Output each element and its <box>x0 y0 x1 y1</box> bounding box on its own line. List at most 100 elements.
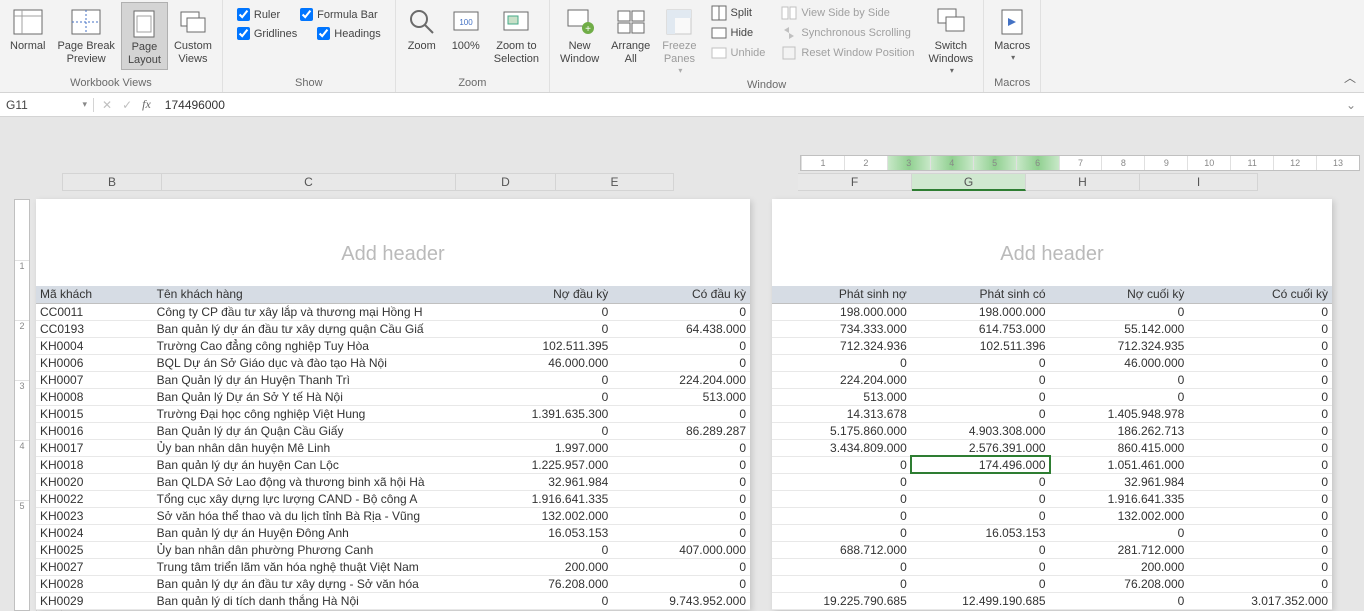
cell[interactable]: KH0020 <box>36 473 153 490</box>
cell[interactable]: 46.000.000 <box>496 354 613 371</box>
column-header-F[interactable]: F <box>798 173 912 191</box>
cell[interactable]: 0 <box>772 524 911 541</box>
cell[interactable]: 3.017.352.000 <box>1188 592 1332 609</box>
header-placeholder-left[interactable]: Add header <box>36 199 750 286</box>
formula-input[interactable]: 174496000 <box>159 98 1338 112</box>
cell[interactable]: 0 <box>612 456 750 473</box>
cell[interactable]: 200.000 <box>1050 558 1189 575</box>
table-row[interactable]: 198.000.000198.000.00000 <box>772 303 1332 320</box>
cell[interactable]: 0 <box>612 405 750 422</box>
cell[interactable]: 46.000.000 <box>1050 354 1189 371</box>
col-ps-co[interactable]: Phát sinh có <box>911 286 1050 303</box>
cell[interactable]: 0 <box>1188 303 1332 320</box>
cell[interactable]: 64.438.000 <box>612 320 750 337</box>
header-placeholder-right[interactable]: Add header <box>772 199 1332 286</box>
cell[interactable]: Ban Quản lý dự án Huyện Thanh Trì <box>153 371 496 388</box>
cell[interactable]: 2.576.391.000 <box>911 439 1050 456</box>
cell[interactable]: 0 <box>1188 439 1332 456</box>
table-row[interactable]: KH0029Ban quản lý di tích danh thắng Hà … <box>36 592 750 609</box>
cell[interactable]: 0 <box>772 473 911 490</box>
table-row[interactable]: 00132.002.0000 <box>772 507 1332 524</box>
cell[interactable]: 1.997.000 <box>496 439 613 456</box>
cell[interactable]: 102.511.395 <box>496 337 613 354</box>
cell[interactable]: Ban quản lý dự án đầu tư xây dựng - Sở v… <box>153 575 496 592</box>
enter-formula-button[interactable]: ✓ <box>122 98 132 112</box>
cell[interactable]: 0 <box>911 541 1050 558</box>
cell[interactable]: 0 <box>1188 541 1332 558</box>
table-row[interactable]: 001.916.641.3350 <box>772 490 1332 507</box>
cell[interactable]: Trường Cao đẳng công nghiệp Tuy Hòa <box>153 337 496 354</box>
arrange-all-button[interactable]: Arrange All <box>605 2 656 68</box>
cell[interactable]: 0 <box>1188 422 1332 439</box>
col-ps-no[interactable]: Phát sinh nợ <box>772 286 911 303</box>
page-break-preview-button[interactable]: Page Break Preview <box>51 2 120 68</box>
cell[interactable]: 32.961.984 <box>496 473 613 490</box>
cell[interactable]: CC0193 <box>36 320 153 337</box>
table-row[interactable]: 513.000000 <box>772 388 1332 405</box>
cell[interactable]: 1.405.948.978 <box>1050 405 1189 422</box>
table-row[interactable]: KH0007Ban Quản lý dự án Huyện Thanh Trì0… <box>36 371 750 388</box>
cell[interactable]: Ban QLDA Sở Lao động và thương binh xã h… <box>153 473 496 490</box>
cell[interactable]: 132.002.000 <box>1050 507 1189 524</box>
zoom-button[interactable]: Zoom <box>400 2 444 55</box>
cell[interactable]: BQL Dự án Sở Giáo dục và đào tạo Hà Nội <box>153 354 496 371</box>
cell[interactable]: KH0016 <box>36 422 153 439</box>
cell[interactable]: 0 <box>1188 473 1332 490</box>
cell[interactable]: 102.511.396 <box>911 337 1050 354</box>
cell[interactable]: Ban quản lý dự án Huyện Đông Anh <box>153 524 496 541</box>
cell[interactable]: 0 <box>911 490 1050 507</box>
cell[interactable]: 614.753.000 <box>911 320 1050 337</box>
cell[interactable]: 3.434.809.000 <box>772 439 911 456</box>
cell[interactable]: KH0004 <box>36 337 153 354</box>
cell[interactable]: 712.324.935 <box>1050 337 1189 354</box>
table-row[interactable]: 5.175.860.0004.903.308.000186.262.7130 <box>772 422 1332 439</box>
cell[interactable]: 0 <box>772 507 911 524</box>
cell[interactable]: KH0018 <box>36 456 153 473</box>
cell[interactable]: 0 <box>772 456 911 473</box>
cell[interactable]: 0 <box>1188 371 1332 388</box>
cell[interactable]: 860.415.000 <box>1050 439 1189 456</box>
cell[interactable]: 0 <box>1050 524 1189 541</box>
table-row[interactable]: KH0020Ban QLDA Sở Lao động và thương bin… <box>36 473 750 490</box>
cell[interactable]: 0 <box>911 371 1050 388</box>
table-row[interactable]: KH0024Ban quản lý dự án Huyện Đông Anh16… <box>36 524 750 541</box>
cell[interactable]: 281.712.000 <box>1050 541 1189 558</box>
column-header-H[interactable]: H <box>1026 173 1140 191</box>
cell[interactable]: 0 <box>1188 320 1332 337</box>
cell[interactable]: 186.262.713 <box>1050 422 1189 439</box>
table-row[interactable]: 0174.496.0001.051.461.0000 <box>772 456 1332 473</box>
cell[interactable]: 1.225.957.000 <box>496 456 613 473</box>
cell[interactable]: 0 <box>1188 507 1332 524</box>
switch-windows-button[interactable]: Switch Windows▾ <box>923 2 980 77</box>
cell[interactable]: 0 <box>1188 490 1332 507</box>
column-header-G[interactable]: G <box>912 173 1026 191</box>
table-row[interactable]: KH0018Ban quản lý dự án huyện Can Lộc1.2… <box>36 456 750 473</box>
cell[interactable]: 174.496.000 <box>911 456 1050 473</box>
cell[interactable]: Ban Quản lý dự án Quận Cầu Giấy <box>153 422 496 439</box>
cell[interactable]: 0 <box>911 507 1050 524</box>
cell[interactable]: 0 <box>612 490 750 507</box>
cell[interactable]: 16.053.153 <box>911 524 1050 541</box>
table-row[interactable]: KH0027Trung tâm triển lãm văn hóa nghệ t… <box>36 558 750 575</box>
cell[interactable]: 16.053.153 <box>496 524 613 541</box>
table-row[interactable]: KH0006BQL Dự án Sở Giáo dục và đào tạo H… <box>36 354 750 371</box>
cell[interactable]: KH0017 <box>36 439 153 456</box>
col-no-dau[interactable]: Nợ đầu kỳ <box>496 286 613 303</box>
col-ten-khach[interactable]: Tên khách hàng <box>153 286 496 303</box>
cell[interactable]: 0 <box>1188 524 1332 541</box>
cell[interactable]: 0 <box>911 354 1050 371</box>
cell[interactable]: 1.916.641.335 <box>496 490 613 507</box>
gridlines-checkbox[interactable]: Gridlines <box>237 27 297 40</box>
cell[interactable]: Ban quản lý dự án huyện Can Lộc <box>153 456 496 473</box>
col-co-dau[interactable]: Có đầu kỳ <box>612 286 750 303</box>
table-row[interactable]: 0076.208.0000 <box>772 575 1332 592</box>
table-row[interactable]: KH0022Tổng cục xây dựng lực lượng CAND -… <box>36 490 750 507</box>
cell[interactable]: 0 <box>612 473 750 490</box>
cell[interactable]: 0 <box>1188 558 1332 575</box>
table-row[interactable]: KH0015Trường Đại học công nghiệp Việt Hu… <box>36 405 750 422</box>
freeze-panes-button[interactable]: Freeze Panes▾ <box>656 2 702 77</box>
cell[interactable]: 0 <box>911 473 1050 490</box>
cell[interactable]: 0 <box>612 303 750 320</box>
cell[interactable]: 0 <box>496 320 613 337</box>
cell[interactable]: 1.916.641.335 <box>1050 490 1189 507</box>
